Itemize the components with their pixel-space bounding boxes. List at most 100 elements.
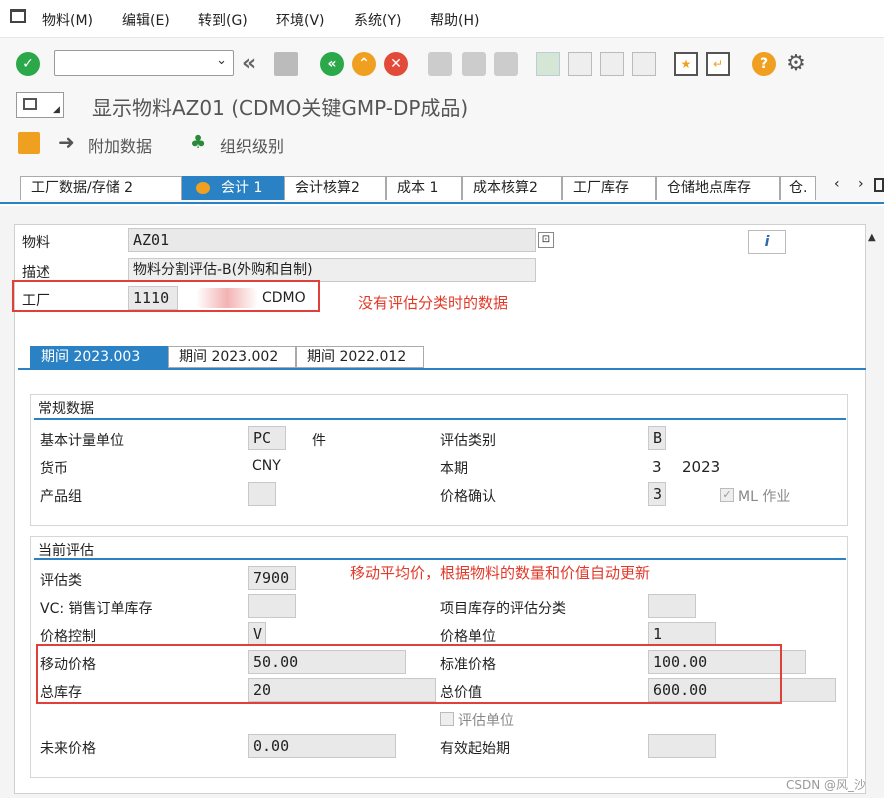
next-page-icon[interactable]	[600, 52, 624, 76]
material-detail-icon[interactable]: ⊡	[538, 232, 554, 248]
menu-material[interactable]: 物料(M)	[42, 10, 93, 30]
enter-icon[interactable]: ✓	[16, 52, 40, 76]
project-stock-valuation-label: 项目库存的评估分类	[440, 601, 566, 617]
new-session-icon[interactable]: ★	[674, 52, 698, 76]
current-period-label: 本期	[440, 461, 468, 477]
back-double-icon[interactable]: «	[242, 52, 266, 76]
current-year-value: 2023	[682, 458, 721, 476]
tab-plant-stock[interactable]: 工厂库存	[562, 176, 656, 200]
scroll-up-icon[interactable]: ▲	[868, 232, 876, 243]
tab-accounting-icon	[196, 182, 210, 194]
tab-overflow[interactable]: 仓.	[780, 176, 816, 200]
tab-storage-location-stock[interactable]: 仓储地点库存	[656, 176, 780, 200]
future-price-label: 未来价格	[40, 741, 96, 757]
subtab-underline	[18, 368, 866, 370]
base-uom-text: 件	[312, 433, 326, 449]
subtab-period-2023-002[interactable]: 期间 2023.002	[168, 346, 296, 368]
valuation-category-field[interactable]: B	[648, 426, 666, 450]
currency-value: CNY	[252, 458, 281, 474]
menu-environment[interactable]: 环境(V)	[276, 10, 325, 30]
material-label: 物料	[22, 235, 50, 251]
current-period-value: 3	[652, 458, 662, 476]
tab-accounting-2[interactable]: 会计核算2	[284, 176, 386, 200]
tab-strip: 工厂数据/存储 2 会计 1 会计核算2 成本 1 成本核算2 工厂库存 仓储地…	[0, 164, 884, 204]
base-uom-label: 基本计量单位	[40, 433, 124, 449]
tab-scroll-left-icon[interactable]: ‹	[834, 176, 840, 192]
valuation-class-field[interactable]: 7900	[248, 566, 296, 590]
material-field[interactable]: AZ01	[128, 228, 536, 252]
standard-toolbar: ✓ ⌄ « « ⌃ ✕ ★ ↵ ? ⚙	[0, 38, 884, 88]
info-icon[interactable]: i	[748, 230, 786, 254]
org-levels-icon[interactable]: ♣	[190, 132, 212, 154]
price-control-field[interactable]: V	[248, 622, 266, 646]
last-page-icon[interactable]	[632, 52, 656, 76]
product-group-field[interactable]	[248, 482, 276, 506]
chevron-down-icon[interactable]: ⌄	[216, 53, 227, 68]
exit-icon[interactable]: ⌃	[352, 52, 376, 76]
cancel-icon[interactable]: ✕	[384, 52, 408, 76]
plant-highlight-box	[12, 280, 320, 312]
subtab-period-2022-012[interactable]: 期间 2022.012	[296, 346, 424, 368]
menu-icon[interactable]	[10, 9, 26, 23]
tab-costing-1[interactable]: 成本 1	[386, 176, 462, 200]
current-valuation-divider	[34, 558, 846, 560]
title-bar: ◢ 显示物料AZ01 (CDMO关键GMP-DP成品)	[0, 88, 884, 124]
valuation-class-label: 评估类	[40, 573, 82, 589]
tab-scroll-right-icon[interactable]: ›	[858, 176, 864, 192]
valuated-unit-label: 评估单位	[458, 713, 514, 729]
help-icon[interactable]: ?	[752, 52, 776, 76]
project-stock-valuation-field[interactable]	[648, 594, 696, 618]
ml-active-checkbox[interactable]: ✓	[720, 488, 734, 502]
print-icon[interactable]	[428, 52, 452, 76]
general-data-title: 常规数据	[38, 401, 94, 417]
tab-list-icon[interactable]	[874, 178, 884, 192]
menu-system[interactable]: 系统(Y)	[354, 10, 401, 30]
price-control-label: 价格控制	[40, 629, 96, 645]
price-unit-field[interactable]: 1	[648, 622, 716, 646]
material-display-icon[interactable]	[18, 132, 40, 154]
description-field: 物料分割评估-B(外购和自制)	[128, 258, 536, 282]
menu-edit[interactable]: 编辑(E)	[122, 10, 170, 30]
first-page-icon[interactable]	[536, 52, 560, 76]
additional-data-button[interactable]: 附加数据	[88, 133, 152, 157]
screen-menu-icon[interactable]: ◢	[16, 92, 64, 118]
menu-bar: 物料(M) 编辑(E) 转到(G) 环境(V) 系统(Y) 帮助(H)	[0, 0, 884, 38]
valuated-unit-checkbox[interactable]	[440, 712, 454, 726]
tab-plant-data[interactable]: 工厂数据/存储 2	[20, 176, 182, 200]
price-determination-label: 价格确认	[440, 489, 496, 505]
valid-from-label: 有效起始期	[440, 741, 510, 757]
page-title: 显示物料AZ01 (CDMO关键GMP-DP成品)	[92, 96, 469, 120]
valuation-highlight-box	[36, 644, 782, 704]
save-icon[interactable]	[274, 52, 298, 76]
vc-sales-order-stock-field[interactable]	[248, 594, 296, 618]
watermark: CSDN @风_沙	[786, 778, 867, 792]
price-determination-field[interactable]: 3	[648, 482, 666, 506]
future-price-field[interactable]: 0.00	[248, 734, 396, 758]
org-levels-button[interactable]: 组织级别	[220, 133, 284, 157]
shortcut-icon[interactable]: ↵	[706, 52, 730, 76]
vc-sales-order-stock-label: VC: 销售订单库存	[40, 601, 153, 617]
product-group-label: 产品组	[40, 489, 82, 505]
back-icon[interactable]: «	[320, 52, 344, 76]
arrow-right-icon[interactable]: ➜	[58, 130, 75, 154]
tab-costing-2[interactable]: 成本核算2	[462, 176, 562, 200]
find-icon[interactable]	[462, 52, 486, 76]
gear-icon[interactable]: ⚙	[784, 52, 808, 76]
previous-page-icon[interactable]	[568, 52, 592, 76]
ml-active-label: ML 作业	[738, 489, 791, 505]
general-data-divider	[34, 418, 846, 420]
menu-help[interactable]: 帮助(H)	[430, 10, 479, 30]
find-next-icon[interactable]	[494, 52, 518, 76]
description-label: 描述	[22, 265, 50, 281]
valid-from-field[interactable]	[648, 734, 716, 758]
base-uom-field[interactable]: PC	[248, 426, 286, 450]
general-data-group	[30, 394, 848, 526]
command-field[interactable]: ⌄	[54, 50, 234, 76]
menu-goto[interactable]: 转到(G)	[198, 10, 248, 30]
subtab-period-2023-003[interactable]: 期间 2023.003	[30, 346, 168, 368]
annotation-moving-average: 移动平均价，根据物料的数量和价值自动更新	[350, 564, 651, 582]
application-toolbar: ➜ 附加数据 ♣ 组织级别	[0, 124, 884, 164]
price-unit-label: 价格单位	[440, 629, 496, 645]
currency-label: 货币	[40, 461, 68, 477]
annotation-no-valuation: 没有评估分类时的数据	[358, 294, 509, 312]
